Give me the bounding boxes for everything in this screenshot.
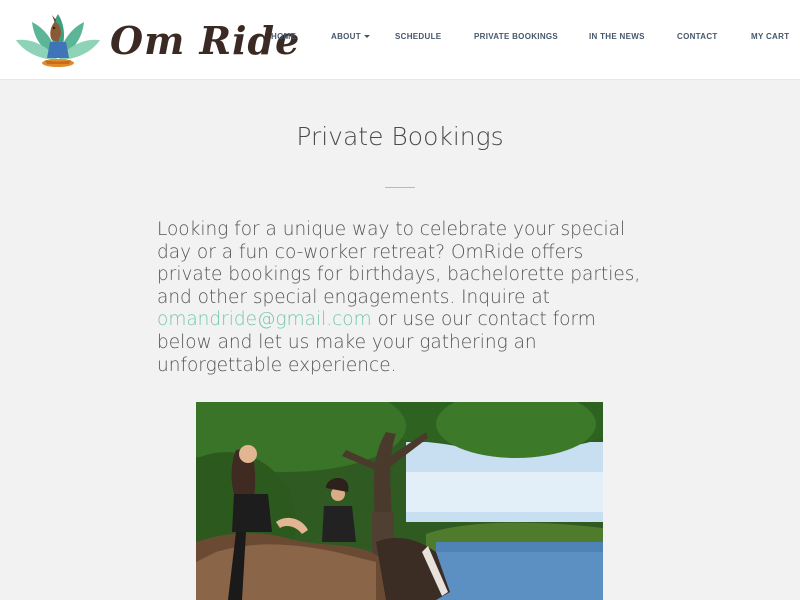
nav-about[interactable]: ABOUT xyxy=(331,32,370,41)
nav-schedule[interactable]: SCHEDULE xyxy=(395,32,441,41)
nav-my-cart[interactable]: MY CART xyxy=(751,32,789,41)
horse-riding-scene xyxy=(196,402,603,600)
site-header: Om Ride HOME ABOUT SCHEDULE PRIVATE BOOK… xyxy=(0,0,800,80)
nav-about-label: ABOUT xyxy=(331,32,361,41)
page-title: Private Bookings xyxy=(296,122,504,151)
title-divider xyxy=(385,187,415,188)
caret-down-icon xyxy=(363,35,370,39)
nav-contact[interactable]: CONTACT xyxy=(677,32,718,41)
horse-riding-photo xyxy=(196,402,603,600)
nav-private-bookings[interactable]: PRIVATE BOOKINGS xyxy=(474,32,558,41)
intro-text: Looking for a unique way to celebrate yo… xyxy=(157,219,647,377)
intro-text-start: Looking for a unique way to celebrate yo… xyxy=(157,219,641,308)
nav-home[interactable]: HOME xyxy=(271,32,296,41)
email-link[interactable]: omandride@gmail.com xyxy=(157,309,372,330)
main-nav: HOME ABOUT SCHEDULE PRIVATE BOOKINGS IN … xyxy=(0,32,800,46)
nav-in-the-news[interactable]: IN THE NEWS xyxy=(589,32,645,41)
